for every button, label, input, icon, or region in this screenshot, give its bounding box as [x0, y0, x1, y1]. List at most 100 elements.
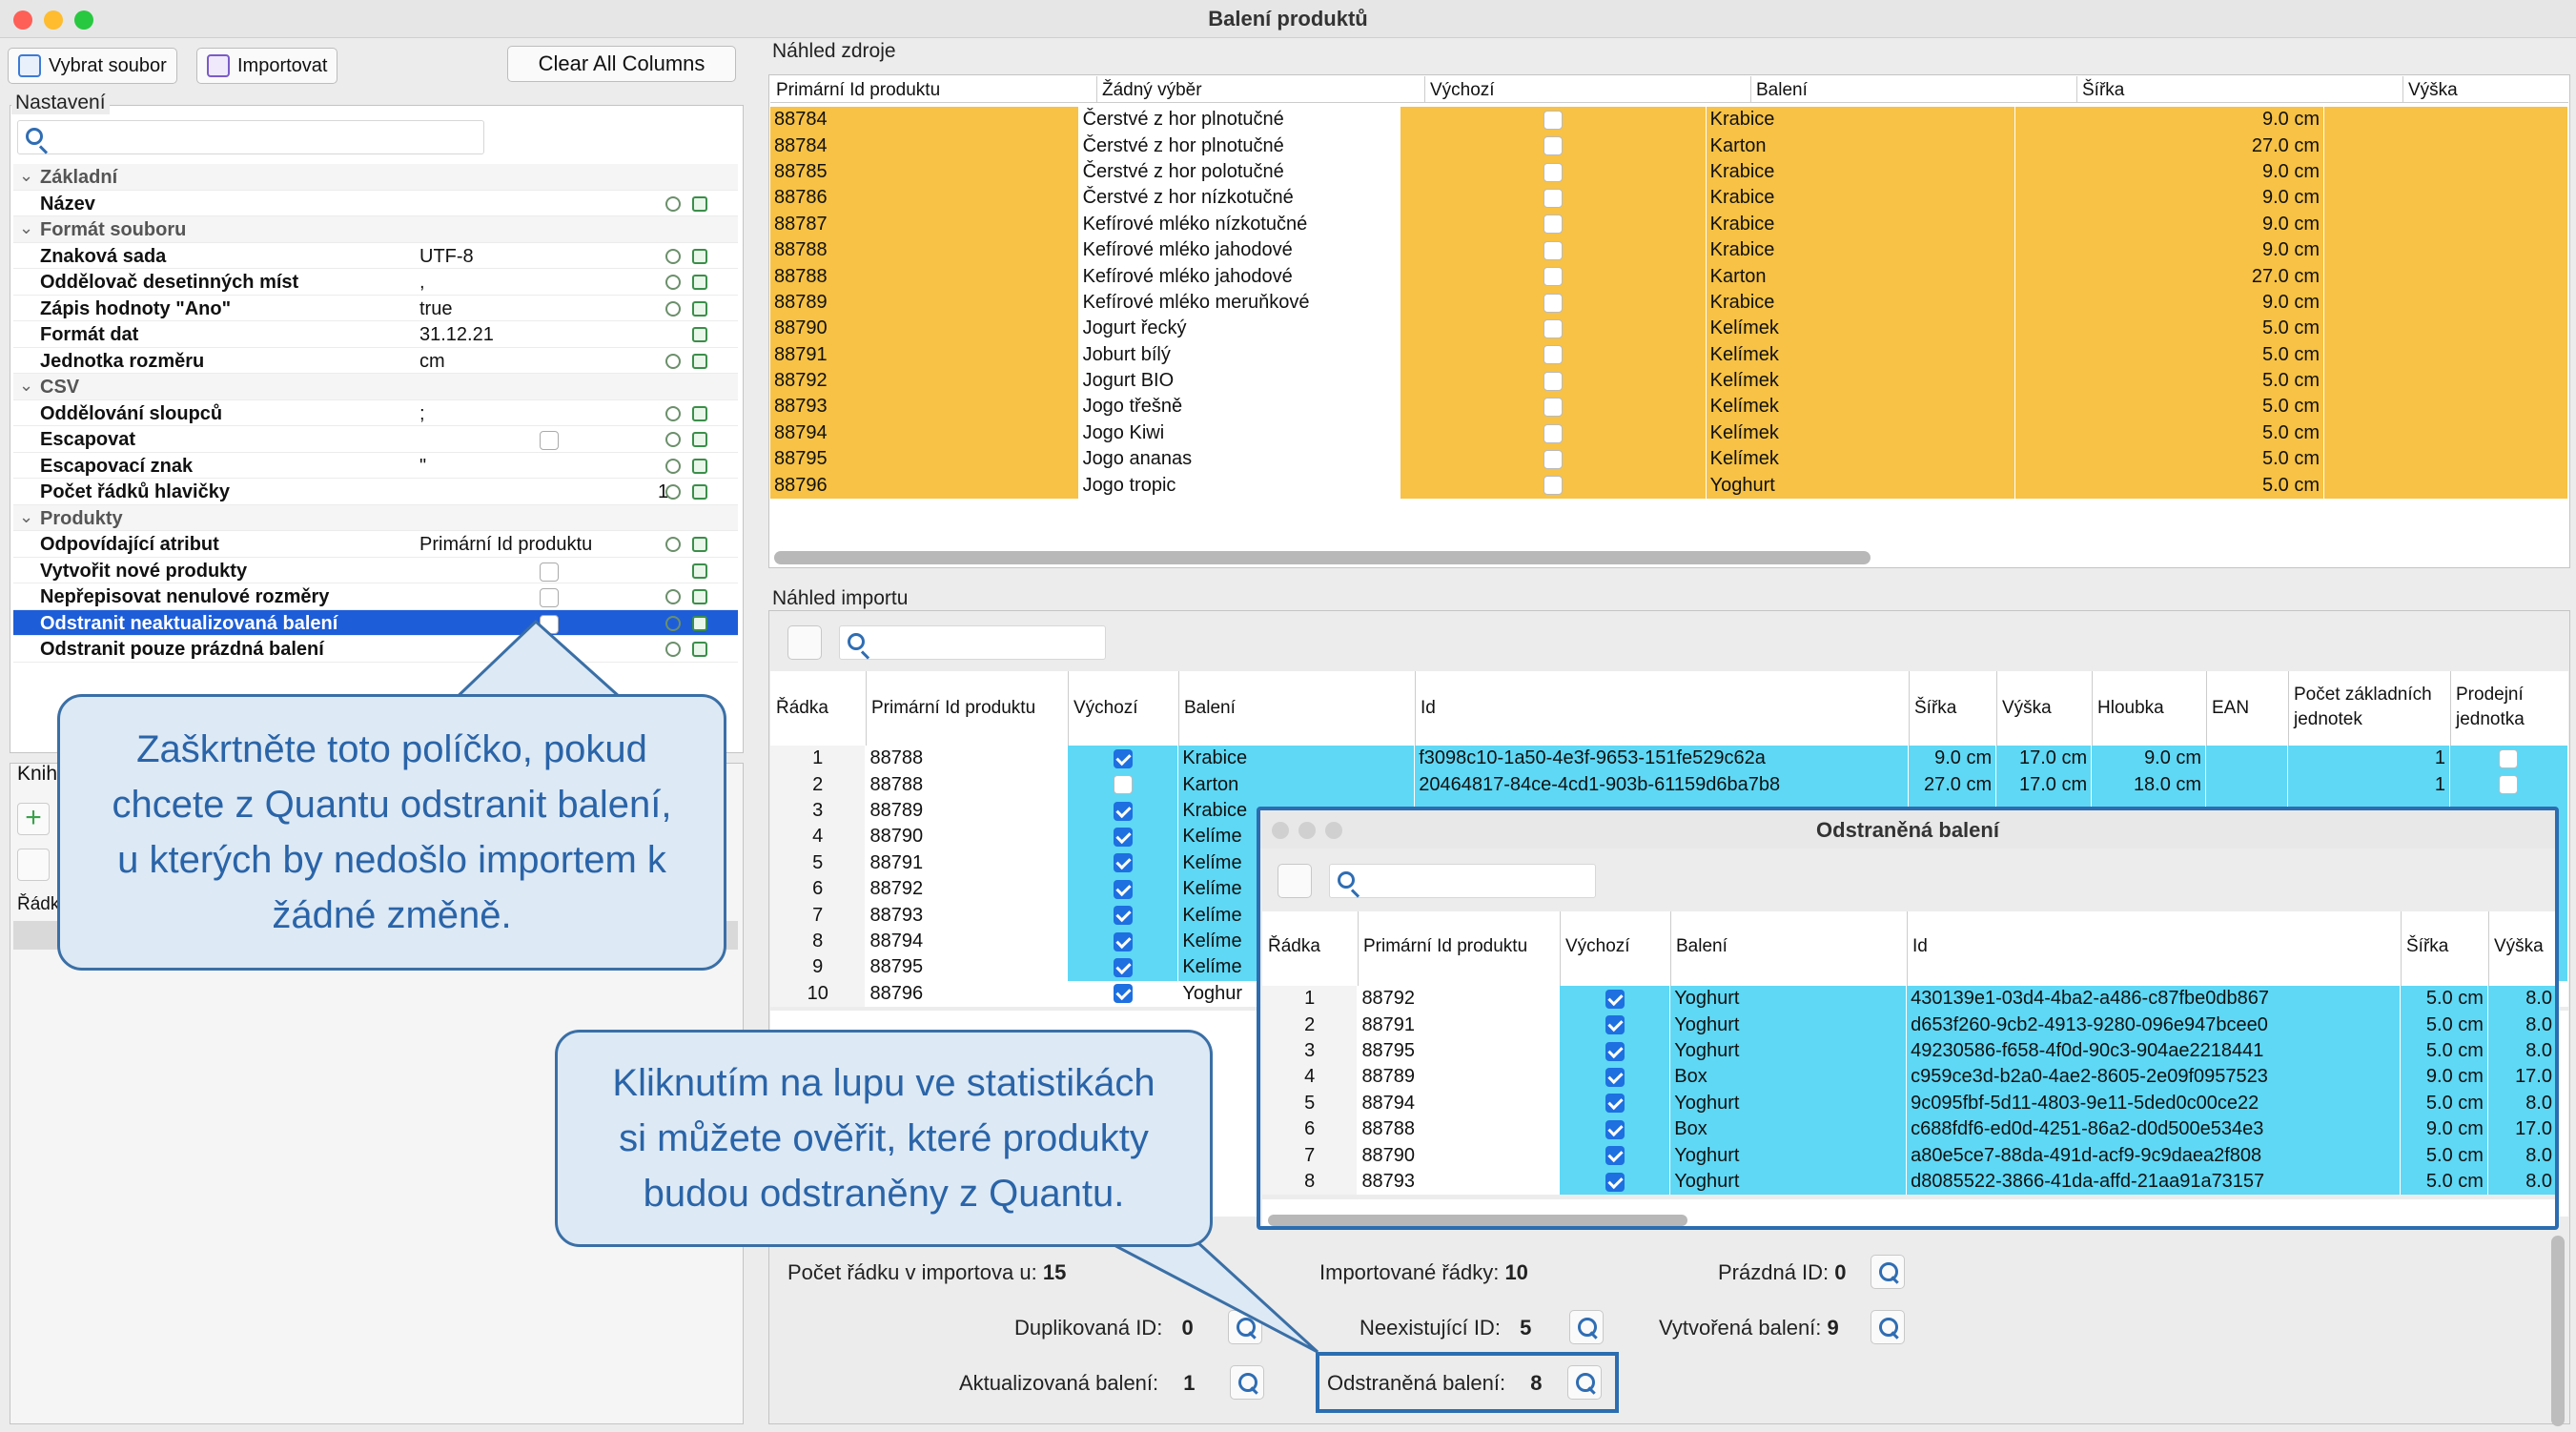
- default-checkbox[interactable]: [1605, 1119, 1625, 1139]
- default-checkbox[interactable]: [1113, 931, 1133, 951]
- updated-magnifier-icon[interactable]: [1230, 1365, 1264, 1400]
- import-search-input[interactable]: [839, 625, 1106, 660]
- reset-icon[interactable]: [665, 458, 681, 474]
- column-header[interactable]: Řádka: [1268, 936, 1320, 957]
- edit-icon[interactable]: [692, 458, 707, 474]
- edit-icon[interactable]: [692, 615, 707, 631]
- column-header[interactable]: Šířka: [1914, 696, 1994, 721]
- edit-icon[interactable]: [692, 484, 707, 500]
- settings-property-row[interactable]: Oddělovač desetinných míst,: [13, 269, 738, 296]
- basket-icon[interactable]: [787, 625, 822, 660]
- table-row[interactable]: 5 88794 Yoghurt 9c095fbf-5d11-4803-9e11-5de…: [1262, 1090, 2555, 1116]
- edit-icon[interactable]: [692, 432, 707, 447]
- table-row[interactable]: 4 88789 Box c959ce3d-b2a0-4ae2-8605-2e09f09…: [1262, 1064, 2555, 1091]
- settings-property-row[interactable]: Počet řádků hlavičky 1: [13, 479, 738, 505]
- table-row[interactable]: 6 88788 Box c688fdf6-ed0d-4251-86a2-d0d500e…: [1262, 1115, 2555, 1143]
- default-checkbox[interactable]: [1113, 853, 1133, 873]
- chevron-down-icon[interactable]: ⌄: [19, 376, 33, 396]
- reset-icon[interactable]: [665, 300, 681, 317]
- edit-icon[interactable]: [692, 563, 707, 579]
- default-checkbox[interactable]: [1605, 1094, 1625, 1114]
- chevron-down-icon[interactable]: ⌄: [19, 166, 33, 186]
- property-value[interactable]: 31.12.21: [419, 324, 494, 346]
- settings-property-row[interactable]: Jednotka rozměru cm: [13, 348, 738, 374]
- table-row[interactable]: 88788 Kefírové mléko jahodové Karton 27.0 c…: [770, 263, 2568, 290]
- default-checkbox[interactable]: [1543, 345, 1563, 365]
- add-icon[interactable]: +: [17, 803, 50, 835]
- table-row[interactable]: 88784 Čerstvé z hor plnotučné Karton 27.0 c…: [770, 133, 2568, 159]
- table-row[interactable]: 88786 Čerstvé z hor nízkotučné Krabice 9.0 …: [770, 185, 2568, 212]
- property-value[interactable]: true: [419, 298, 452, 320]
- default-checkbox[interactable]: [1543, 319, 1563, 339]
- default-checkbox[interactable]: [1543, 215, 1563, 235]
- settings-property-row[interactable]: Escapovat: [13, 426, 738, 453]
- table-row[interactable]: 3 88795 Yoghurt 49230586-f658-4f0d-90c3-904…: [1262, 1037, 2555, 1065]
- edit-icon[interactable]: [692, 537, 707, 552]
- dup-id-magnifier-icon[interactable]: [1228, 1310, 1262, 1344]
- property-value[interactable]: Primární Id produktu: [419, 534, 592, 556]
- select-file-button[interactable]: Vybrat soubor: [8, 48, 177, 84]
- table-row[interactable]: 8 88793 Yoghurt d8085522-3866-41da-affd-21a…: [1262, 1168, 2555, 1196]
- default-checkbox[interactable]: [1113, 748, 1133, 768]
- property-checkbox[interactable]: [540, 614, 559, 634]
- reset-icon[interactable]: [665, 484, 681, 500]
- column-header[interactable]: Šířka: [2406, 936, 2448, 957]
- property-checkbox[interactable]: [540, 431, 559, 450]
- edit-icon[interactable]: [692, 275, 707, 290]
- reset-icon[interactable]: [665, 615, 681, 631]
- column-header[interactable]: Balení: [1676, 936, 1728, 957]
- table-row[interactable]: 1 88788 Krabice f3098c10-1a50-4e3f-9653-151…: [770, 746, 2569, 772]
- column-header[interactable]: Výchozí: [1430, 80, 1495, 101]
- settings-property-row[interactable]: Formát dat 31.12.21: [13, 321, 738, 348]
- dialog-horizontal-scrollbar[interactable]: [1268, 1215, 1687, 1226]
- reset-icon[interactable]: [665, 642, 681, 657]
- default-checkbox[interactable]: [1113, 879, 1133, 899]
- chevron-down-icon[interactable]: ⌄: [19, 507, 33, 527]
- table-row[interactable]: 88790 Jogurt řecký Kelímek 5.0 cm: [770, 316, 2568, 342]
- column-header[interactable]: Výška: [2002, 696, 2090, 721]
- reset-icon[interactable]: [665, 353, 681, 369]
- column-header[interactable]: Primární Id produktu: [1363, 936, 1527, 957]
- default-checkbox[interactable]: [1605, 1146, 1625, 1166]
- default-checkbox[interactable]: [1543, 136, 1563, 156]
- property-value[interactable]: UTF-8: [419, 246, 474, 268]
- column-header[interactable]: Primární Id produktu: [776, 80, 940, 101]
- default-checkbox[interactable]: [1543, 267, 1563, 287]
- import-button[interactable]: Importovat: [196, 48, 338, 84]
- default-checkbox[interactable]: [1543, 240, 1563, 260]
- reset-icon[interactable]: [665, 275, 681, 290]
- default-checkbox[interactable]: [1543, 371, 1563, 391]
- reset-icon[interactable]: [665, 589, 681, 604]
- settings-property-row[interactable]: Odstranit neaktualizovaná balení: [13, 609, 738, 636]
- table-row[interactable]: 88796 Jogo tropic Yoghurt 5.0 cm: [770, 472, 2568, 499]
- created-magnifier-icon[interactable]: [1871, 1310, 1905, 1344]
- settings-property-row[interactable]: Vytvořit nové produkty: [13, 558, 738, 583]
- table-row[interactable]: 88789 Kefírové mléko meruňkové Krabice 9.0 …: [770, 289, 2568, 317]
- settings-property-row[interactable]: Zápis hodnoty "Ano" true: [13, 296, 738, 321]
- settings-search-input[interactable]: [17, 120, 484, 154]
- table-row[interactable]: 88791 Joburt bílý Kelímek 5.0 cm: [770, 341, 2568, 368]
- default-checkbox[interactable]: [1543, 423, 1563, 443]
- edit-icon[interactable]: [692, 642, 707, 657]
- table-row[interactable]: 1 88792 Yoghurt 430139e1-03d4-4ba2-a486-c87…: [1262, 986, 2555, 1013]
- edit-icon[interactable]: [692, 248, 707, 264]
- column-header[interactable]: Primární Id produktu: [871, 696, 1066, 721]
- default-checkbox[interactable]: [1605, 989, 1625, 1009]
- column-header[interactable]: Počet základních jednotek: [2294, 683, 2448, 732]
- column-header[interactable]: Výška: [2408, 80, 2458, 101]
- clear-all-columns-button[interactable]: Clear All Columns: [507, 46, 736, 82]
- column-header[interactable]: Balení: [1184, 696, 1413, 721]
- column-header[interactable]: Žádný výběr: [1102, 80, 1202, 101]
- edit-icon[interactable]: [692, 195, 707, 212]
- nonexist-id-magnifier-icon[interactable]: [1569, 1310, 1604, 1344]
- settings-property-row[interactable]: Znaková sada UTF-8: [13, 243, 738, 269]
- sales-unit-checkbox[interactable]: [2499, 775, 2519, 795]
- settings-property-row[interactable]: Odpovídající atribut Primární Id produktu: [13, 531, 738, 558]
- table-row[interactable]: 88792 Jogurt BIO Kelímek 5.0 cm: [770, 367, 2568, 395]
- default-checkbox[interactable]: [1113, 906, 1133, 926]
- column-header[interactable]: Id: [1421, 696, 1907, 721]
- removed-magnifier-icon[interactable]: [1567, 1365, 1602, 1400]
- stats-vertical-scrollbar[interactable]: [2551, 1236, 2565, 1426]
- reset-icon[interactable]: [665, 195, 681, 212]
- source-horizontal-scrollbar[interactable]: [774, 551, 1871, 564]
